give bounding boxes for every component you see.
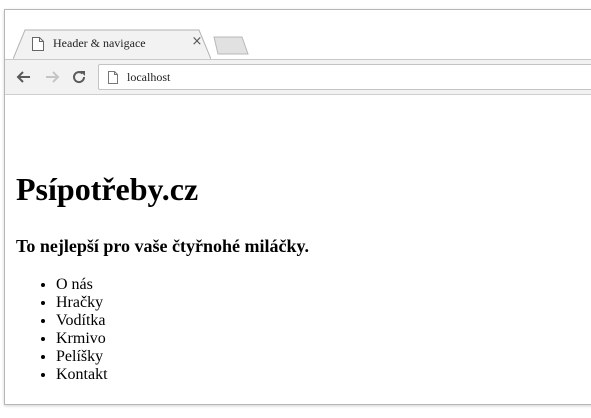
close-icon[interactable]: × bbox=[189, 34, 205, 50]
browser-window: Header & navigace × localhost Psípotřeby… bbox=[4, 9, 591, 405]
tab-title: Header & navigace bbox=[53, 36, 146, 50]
page-title: Psípotřeby.cz bbox=[16, 171, 199, 207]
nav-item-kontakt[interactable]: Kontakt bbox=[56, 366, 108, 384]
browser-tab[interactable]: Header & navigace × bbox=[13, 29, 211, 60]
url-text: localhost bbox=[127, 70, 171, 84]
page-icon bbox=[31, 36, 45, 52]
new-tab-button[interactable] bbox=[212, 35, 252, 55]
nav-item-voditka[interactable]: Vodítka bbox=[56, 312, 108, 330]
tab-strip: Header & navigace × bbox=[5, 10, 591, 60]
nav-item-hracky[interactable]: Hračky bbox=[56, 294, 108, 312]
nav-item-krmivo[interactable]: Krmivo bbox=[56, 330, 108, 348]
page-icon bbox=[107, 70, 119, 85]
nav-item-o-nas[interactable]: O nás bbox=[56, 276, 108, 294]
reload-icon[interactable] bbox=[69, 67, 89, 87]
address-bar[interactable]: localhost bbox=[98, 64, 591, 90]
nav-item-pelisky[interactable]: Pelíšky bbox=[56, 348, 108, 366]
forward-arrow-icon[interactable] bbox=[42, 67, 62, 87]
page-content: Psípotřeby.cz To nejlepší pro vaše čtyřn… bbox=[5, 95, 591, 404]
browser-toolbar: localhost bbox=[5, 59, 591, 95]
page-subtitle: To nejlepší pro vaše čtyřnohé miláčky. bbox=[16, 236, 310, 256]
navigation-list: O nás Hračky Vodítka Krmivo Pelíšky Kont… bbox=[16, 276, 108, 384]
back-arrow-icon[interactable] bbox=[14, 67, 34, 87]
